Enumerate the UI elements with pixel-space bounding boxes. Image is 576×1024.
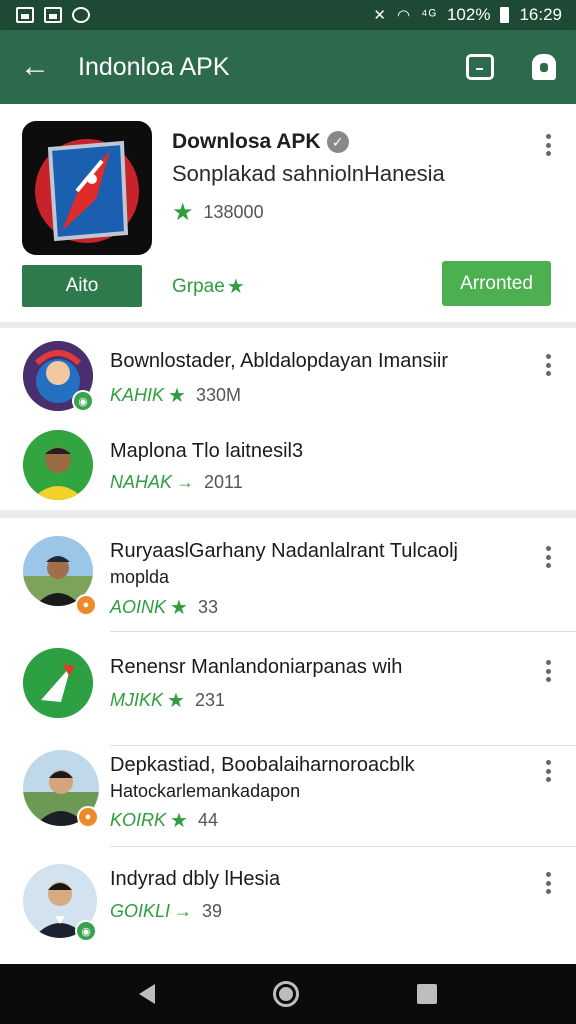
list-item-count: 33 — [197, 597, 218, 617]
system-nav-bar — [0, 964, 576, 1024]
verified-icon: ✓ — [326, 131, 349, 153]
list-item-count: 330M — [195, 385, 241, 405]
list-item[interactable]: ◉ Bownlostader, Abldalopdayan Imansiir K… — [0, 328, 576, 420]
notifications-button[interactable] — [512, 30, 576, 104]
badge-icon: ◉ — [75, 920, 97, 942]
badge-icon: ● — [75, 594, 97, 616]
list-item-subtitle: Hatockarlemankadapon — [110, 781, 301, 801]
nav-back-icon[interactable] — [139, 984, 155, 1004]
star-icon: ★ — [226, 276, 245, 298]
star-icon: ★ — [168, 385, 186, 407]
more-options-icon[interactable] — [538, 758, 558, 784]
status-bar: ✕ ◠ ⁴ᴳ 102% 16:29 — [0, 0, 576, 30]
image-notification-icon — [44, 7, 62, 23]
star-icon: ★ — [170, 597, 188, 619]
list-item-count: 2011 — [204, 472, 243, 492]
featured-rating-count: 138000 — [203, 202, 264, 222]
list-item-tag: GOIKLI — [110, 901, 171, 921]
list-item-tag: KAHIK — [110, 385, 165, 405]
list-item-tag: KOIRK — [110, 810, 167, 830]
list-item-count: 44 — [197, 810, 218, 830]
app-list-main: ● RuryaaslGarhany Nadanlalrant Tulcaolj … — [0, 518, 576, 964]
list-item-meta: NAHAK → 2011 — [110, 472, 243, 493]
nav-recents-icon[interactable] — [417, 984, 437, 1004]
star-icon: ★ — [167, 690, 185, 712]
star-icon: ★ — [172, 199, 194, 226]
list-item-count: 231 — [194, 690, 225, 710]
list-item[interactable]: ● RuryaaslGarhany Nadanlalrant Tulcaolj … — [0, 518, 576, 632]
more-options-icon[interactable] — [538, 132, 558, 158]
list-item-meta: KAHIK ★ 330M — [110, 383, 241, 408]
list-item[interactable]: ● Depkastiad, Boobalaiharnoroacblk Hatoc… — [0, 746, 576, 860]
list-item-title: Indyrad dbly lHesia — [110, 868, 281, 890]
list-item-tag: AOINK — [110, 597, 167, 617]
mute-icon: ✕ — [373, 7, 387, 24]
list-item-title: Renensr Manlandoniarpanas wih — [110, 656, 403, 678]
featured-app-title: Downlosa APK ✓ — [172, 130, 349, 154]
avatar — [23, 430, 93, 500]
arrow-icon: → — [176, 472, 195, 492]
featured-app-card[interactable]: Downlosa APK ✓ Sonplakad sahniolnHanesia… — [0, 104, 576, 322]
page-title: Indonloa APK — [78, 52, 230, 81]
list-item-meta: AOINK ★ 33 — [110, 595, 218, 620]
avatar — [23, 648, 93, 718]
divider — [110, 846, 576, 847]
list-item-meta: GOIKLI → 39 — [110, 901, 222, 922]
arrow-icon: → — [174, 901, 193, 921]
list-item-tag: NAHAK — [110, 472, 173, 492]
bell-icon — [532, 54, 556, 80]
chat-notification-icon — [72, 7, 90, 23]
list-item-meta: KOIRK ★ 44 — [110, 808, 218, 833]
more-options-icon[interactable] — [538, 658, 558, 684]
status-bar-right: ✕ ◠ ⁴ᴳ 102% 16:29 — [373, 5, 562, 25]
clock: 16:29 — [519, 5, 562, 24]
list-item-title: Bownlostader, Abldalopdayan Imansiir — [110, 350, 448, 372]
list-item[interactable]: Maplona Tlo laitnesil3 NAHAK → 2011 — [0, 420, 576, 510]
list-item-title: RuryaaslGarhany Nadanlalrant Tulcaolj — [110, 540, 458, 562]
featured-app-title-text: Downlosa APK — [172, 130, 321, 153]
list-item-subtitle: moplda — [110, 567, 170, 587]
accent-button[interactable]: Arronted — [442, 261, 551, 306]
back-arrow-icon[interactable]: ← — [0, 30, 70, 104]
more-options-icon[interactable] — [538, 544, 558, 570]
featured-app-subtitle: Sonplakad sahniolnHanesia — [172, 161, 445, 186]
list-item[interactable]: ◉ Indyrad dbly lHesia GOIKLI → 39 — [0, 860, 576, 964]
battery-icon — [500, 7, 510, 23]
featured-app-icon — [22, 121, 152, 255]
calendar-icon — [466, 54, 494, 80]
more-options-icon[interactable] — [538, 870, 558, 896]
more-options-icon[interactable] — [538, 352, 558, 378]
list-item[interactable]: Renensr Manlandoniarpanas wih MJIKK ★ 23… — [0, 632, 576, 746]
list-item-title: Depkastiad, Boobalaiharnoroacblk — [110, 754, 415, 776]
star-icon: ★ — [170, 810, 188, 832]
badge-icon: ◉ — [72, 390, 94, 412]
app-list-top: ◉ Bownlostader, Abldalopdayan Imansiir K… — [0, 328, 576, 510]
app-bar: ← Indonloa APK — [0, 30, 576, 104]
list-item-title: Maplona Tlo laitnesil3 — [110, 440, 304, 462]
list-item-count: 39 — [202, 901, 223, 921]
wifi-icon: ◠ — [396, 7, 412, 24]
featured-link-label: Grpae — [172, 275, 225, 297]
nav-home-icon[interactable] — [273, 981, 299, 1007]
calendar-button[interactable] — [448, 30, 512, 104]
featured-rating: ★ 138000 — [172, 198, 264, 227]
install-button[interactable]: Aito — [22, 265, 142, 307]
status-bar-left — [16, 7, 90, 23]
gallery-notification-icon — [16, 7, 34, 23]
signal-icon: ⁴ᴳ — [421, 6, 437, 24]
featured-link[interactable]: Grpae ★ — [172, 274, 245, 299]
badge-icon: ● — [77, 806, 99, 828]
list-item-tag: MJIKK — [110, 690, 164, 710]
list-item-meta: MJIKK ★ 231 — [110, 688, 225, 713]
battery-percent: 102% — [446, 5, 491, 24]
